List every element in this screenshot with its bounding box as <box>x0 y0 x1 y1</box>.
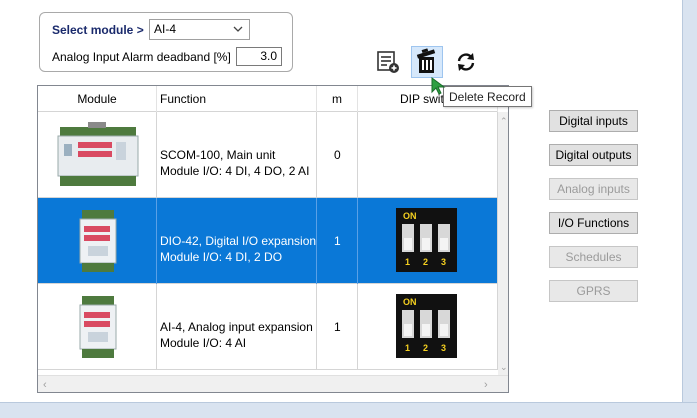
dip-on-label: ON <box>403 297 417 307</box>
dip-number-3: 3 <box>441 343 447 353</box>
delete-record-button[interactable] <box>411 46 443 78</box>
modules-grid: Module Function m DIP swit SCOM-100, Mai… <box>37 85 509 393</box>
window-frame-bottom <box>0 402 697 418</box>
deadband-label: Analog Input Alarm deadband [%] <box>52 50 231 64</box>
function-cell: AI-4, Analog input expansion Module I/O:… <box>157 284 317 370</box>
m-cell: 1 <box>317 284 358 370</box>
dip-number-2: 2 <box>423 343 429 353</box>
column-header-module[interactable]: Module <box>38 86 157 112</box>
vertical-scrollbar[interactable]: ⌃ ⌄ <box>498 112 508 376</box>
horizontal-scrollbar[interactable]: ‹ › <box>38 375 508 392</box>
m-value: 1 <box>334 320 341 334</box>
function-title: DIO-42, Digital I/O expansion <box>160 234 317 248</box>
deadband-input[interactable]: 3.0 <box>236 47 282 66</box>
module-selector-group: Select module > AI-4 Analog Input Alarm … <box>39 12 293 72</box>
module-image-cell <box>38 198 157 284</box>
digital-inputs-button[interactable]: Digital inputs <box>549 110 638 132</box>
grid-header: Module Function m DIP swit <box>38 86 498 112</box>
gprs-button[interactable]: GPRS <box>549 280 638 302</box>
function-io: Module I/O: 4 DI, 4 DO, 2 AI <box>160 164 310 178</box>
m-cell: 1 <box>317 198 358 284</box>
chevron-down-icon <box>233 26 243 32</box>
ai-4-device-image <box>79 296 117 358</box>
dip-switch-image: ON 1 2 3 <box>396 208 457 272</box>
column-header-function[interactable]: Function <box>157 86 317 112</box>
dip-switch-3 <box>438 224 450 252</box>
dip-number-1: 1 <box>405 343 411 353</box>
refresh-icon <box>457 53 475 71</box>
function-cell: SCOM-100, Main unit Module I/O: 4 DI, 4 … <box>157 112 317 198</box>
m-cell: 0 <box>317 112 358 198</box>
dip-switch-2 <box>420 310 432 338</box>
scom-100-device-image <box>57 122 139 186</box>
trash-icon <box>416 48 436 73</box>
table-row[interactable]: AI-4, Analog input expansion Module I/O:… <box>38 284 498 370</box>
analog-inputs-button[interactable]: Analog inputs <box>549 178 638 200</box>
scroll-down-icon[interactable]: ⌄ <box>500 362 508 373</box>
window-frame-right <box>682 0 697 418</box>
function-io: Module I/O: 4 DI, 2 DO <box>160 250 283 264</box>
schedules-button[interactable]: Schedules <box>549 246 638 268</box>
column-header-m[interactable]: m <box>317 86 358 112</box>
dip-number-1: 1 <box>405 257 411 267</box>
dip-switch-2 <box>420 224 432 252</box>
delete-record-tooltip: Delete Record <box>443 86 532 107</box>
dip-switch-1 <box>402 224 414 252</box>
dip-cell: ON 1 2 3 <box>358 198 498 284</box>
table-row-selected[interactable]: DIO-42, Digital I/O expansion Module I/O… <box>38 198 498 284</box>
add-record-icon <box>377 51 399 73</box>
dip-switch-1 <box>402 310 414 338</box>
function-io: Module I/O: 4 AI <box>160 336 247 350</box>
function-cell: DIO-42, Digital I/O expansion Module I/O… <box>157 198 317 284</box>
function-title: AI-4, Analog input expansion <box>160 320 313 334</box>
io-functions-button[interactable]: I/O Functions <box>549 212 638 234</box>
refresh-button[interactable] <box>450 46 482 78</box>
module-image-cell <box>38 284 157 370</box>
module-dropdown-value: AI-4 <box>154 22 177 36</box>
dip-number-3: 3 <box>441 257 447 267</box>
dip-number-2: 2 <box>423 257 429 267</box>
module-image-cell <box>38 112 157 198</box>
dip-on-label: ON <box>403 211 417 221</box>
module-dropdown[interactable]: AI-4 <box>149 19 250 40</box>
dip-cell: ON 1 2 3 <box>358 284 498 370</box>
dip-cell <box>358 112 498 198</box>
m-value: 1 <box>334 234 341 248</box>
dio-42-device-image <box>79 210 117 272</box>
scroll-left-icon[interactable]: ‹ <box>43 379 47 391</box>
digital-outputs-button[interactable]: Digital outputs <box>549 144 638 166</box>
mouse-cursor-icon <box>431 77 446 95</box>
scroll-up-icon[interactable]: ⌃ <box>500 116 508 127</box>
m-value: 0 <box>334 148 341 162</box>
select-module-label: Select module > <box>52 23 144 37</box>
add-record-button[interactable] <box>372 46 404 78</box>
table-row[interactable]: SCOM-100, Main unit Module I/O: 4 DI, 4 … <box>38 112 498 198</box>
scroll-right-icon[interactable]: › <box>484 379 488 391</box>
dip-switch-image: ON 1 2 3 <box>396 294 457 358</box>
function-title: SCOM-100, Main unit <box>160 148 276 162</box>
dip-switch-3 <box>438 310 450 338</box>
